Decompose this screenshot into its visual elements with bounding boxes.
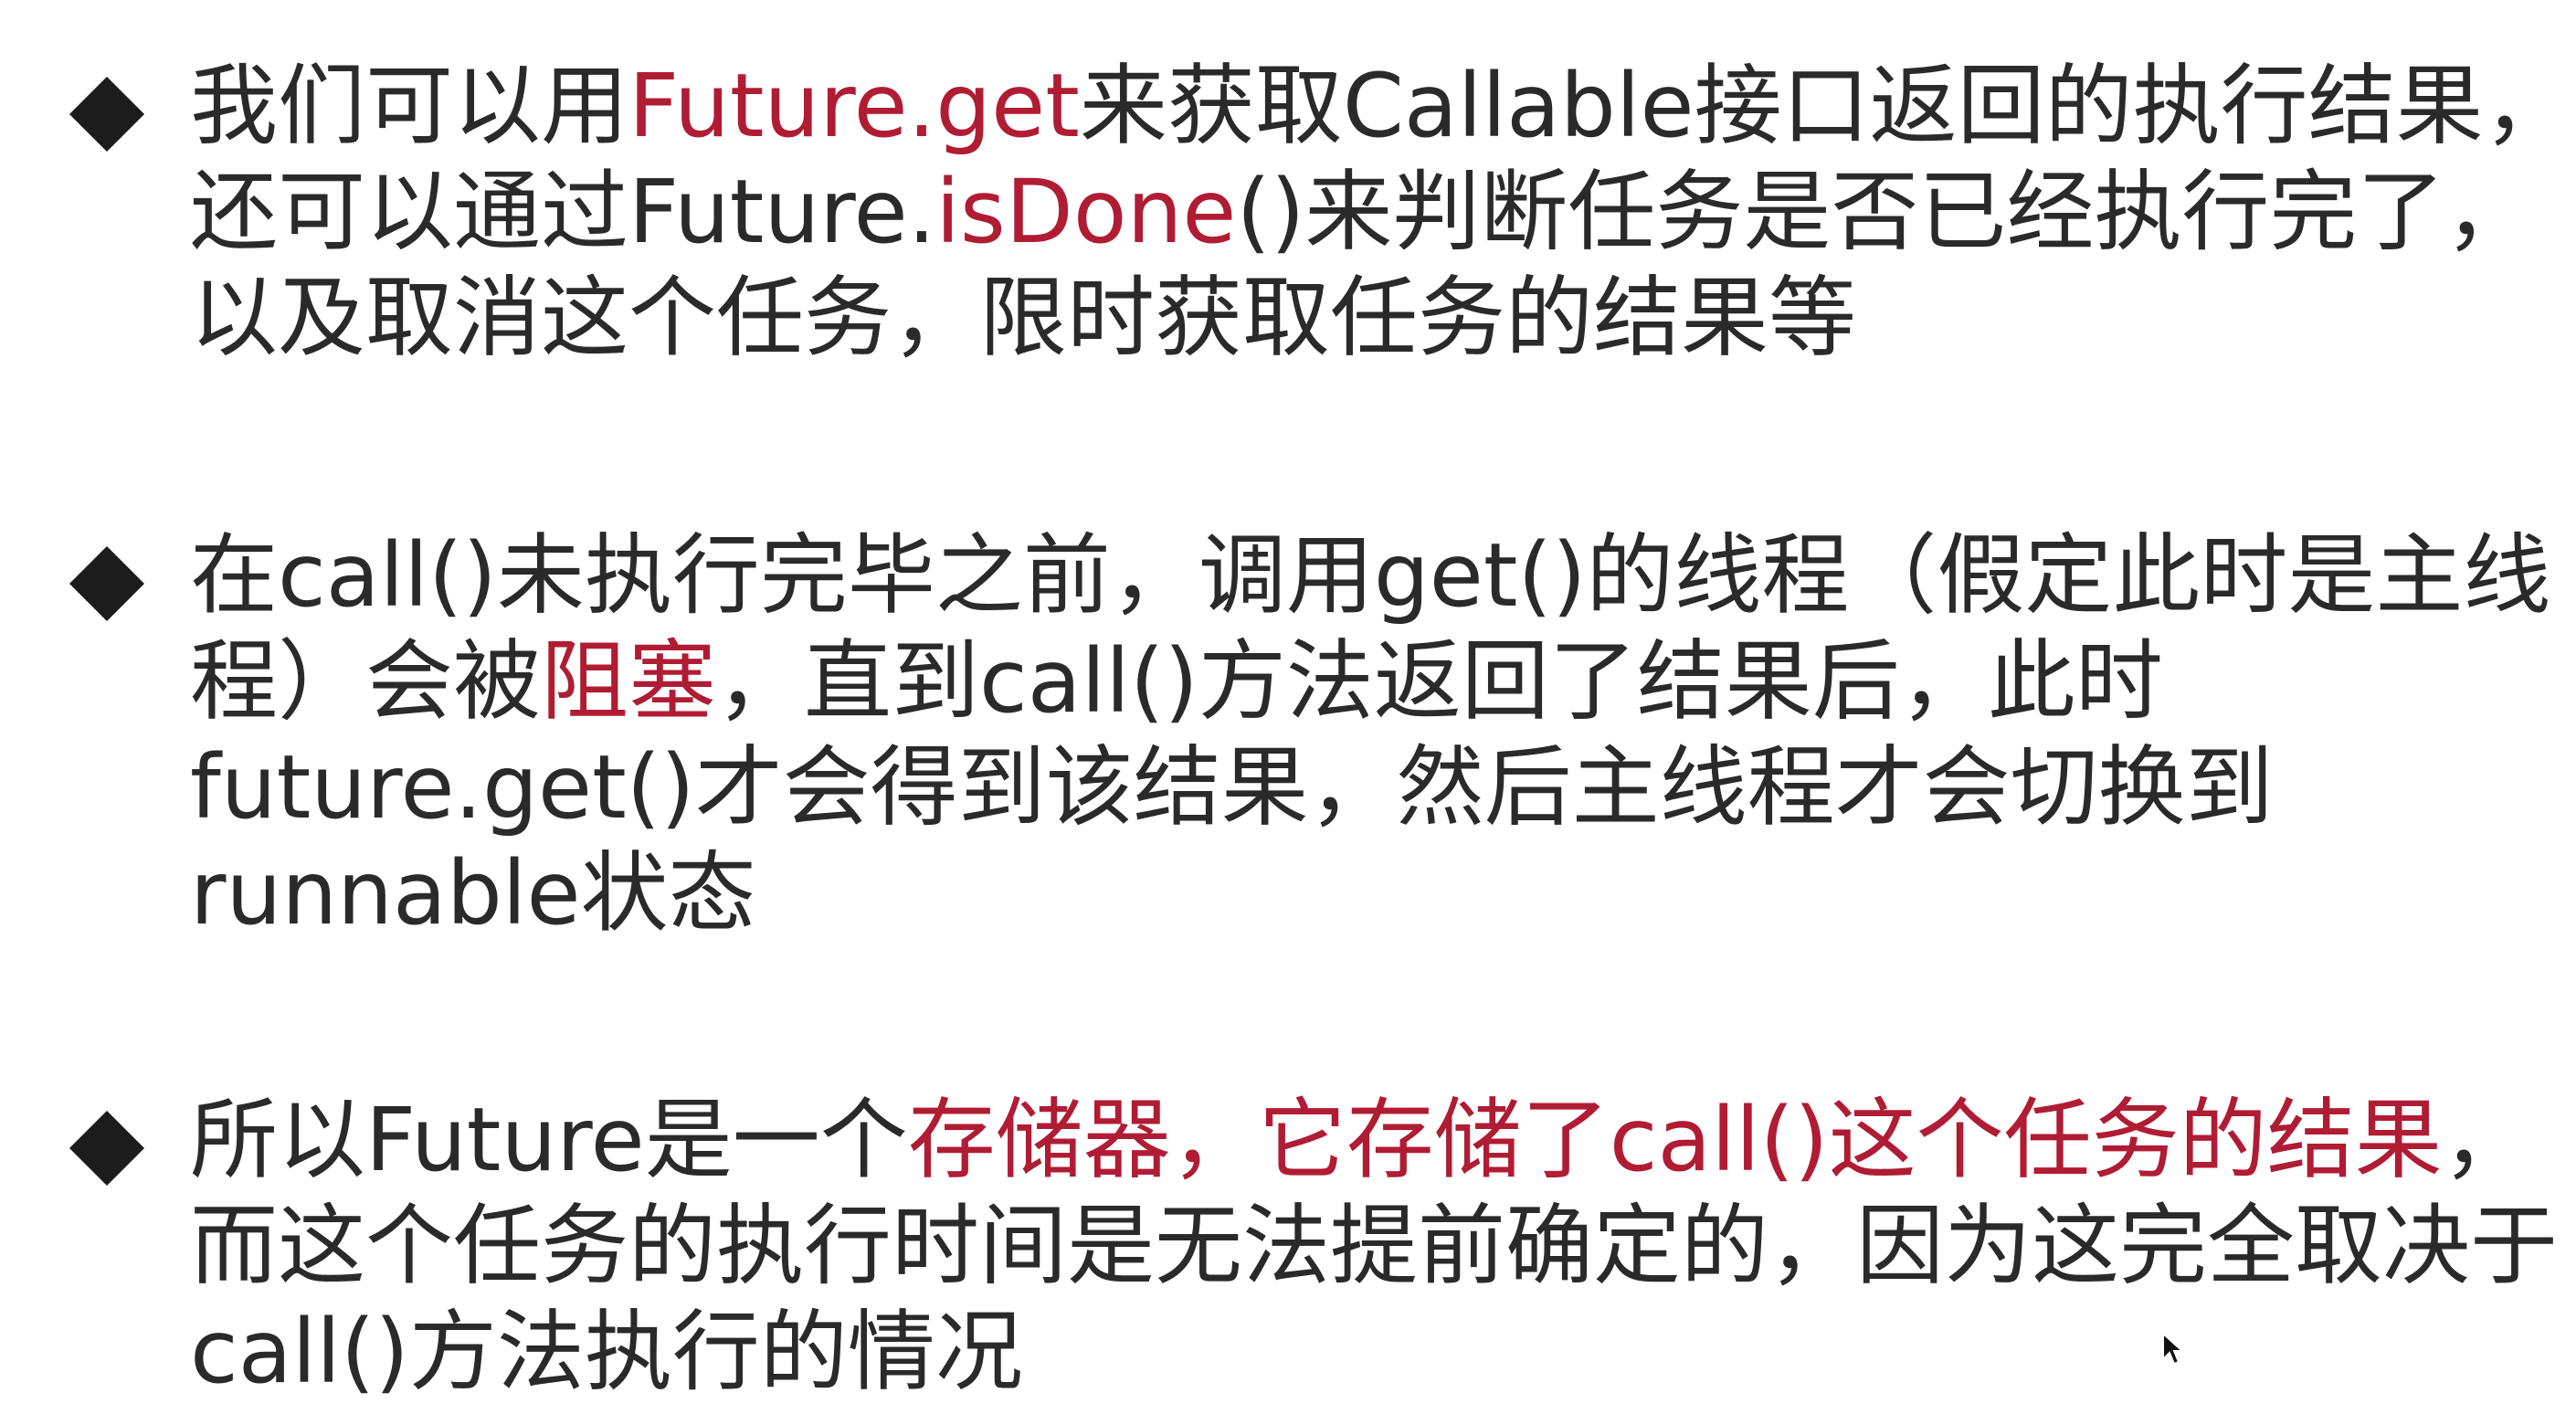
bullet-2-line-2: 程）会被阻塞，直到call()方法返回了结果后，此时 bbox=[190, 630, 2163, 733]
bullet-1-line-2: 还可以通过Future.isDone()来判断任务是否已经执行完了， bbox=[190, 161, 2533, 263]
bullet-text-2: 在call()未执行完毕之前，调用get()的线程（假定此时是主线 程）会被阻塞… bbox=[190, 522, 2551, 946]
highlight-isdone: isDone bbox=[935, 161, 1237, 263]
highlight-storage: 存储器，它存储了call()这个任务的结果 bbox=[907, 1089, 2443, 1191]
bullet-1-line-1: 我们可以用Future.get来获取Callable接口返回的执行结果， bbox=[190, 55, 2571, 157]
bullet-1-line-3: 以及取消这个任务，限时获取任务的结果等 bbox=[190, 267, 1856, 369]
diamond-bullet-icon bbox=[69, 545, 145, 622]
bullet-2-line-1: 在call()未执行完毕之前，调用get()的线程（假定此时是主线 bbox=[190, 524, 2551, 627]
bullet-2-line-4: runnable状态 bbox=[190, 842, 756, 944]
bullet-text-1: 我们可以用Future.get来获取Callable接口返回的执行结果， 还可以… bbox=[190, 53, 2571, 371]
highlight-blocked: 阻塞 bbox=[541, 630, 716, 733]
diamond-bullet-icon bbox=[69, 1110, 145, 1187]
mouse-cursor-icon bbox=[2162, 1332, 2185, 1366]
bullet-3-line-2: 而这个任务的执行时间是无法提前确定的，因为这完全取决于 bbox=[190, 1195, 2558, 1297]
highlight-future-get: Future.get bbox=[628, 55, 1080, 157]
bullet-3-line-1: 所以Future是一个存储器，它存储了call()这个任务的结果， bbox=[190, 1089, 2530, 1191]
bullet-2-line-3: future.get()才会得到该结果，然后主线程才会切换到 bbox=[190, 736, 2274, 839]
diamond-bullet-icon bbox=[69, 76, 145, 153]
bullet-3-line-3: call()方法执行的情况 bbox=[190, 1301, 1023, 1403]
bullet-text-3: 所以Future是一个存储器，它存储了call()这个任务的结果， 而这个任务的… bbox=[190, 1087, 2558, 1405]
slide: 我们可以用Future.get来获取Callable接口返回的执行结果， 还可以… bbox=[0, 0, 2576, 1414]
